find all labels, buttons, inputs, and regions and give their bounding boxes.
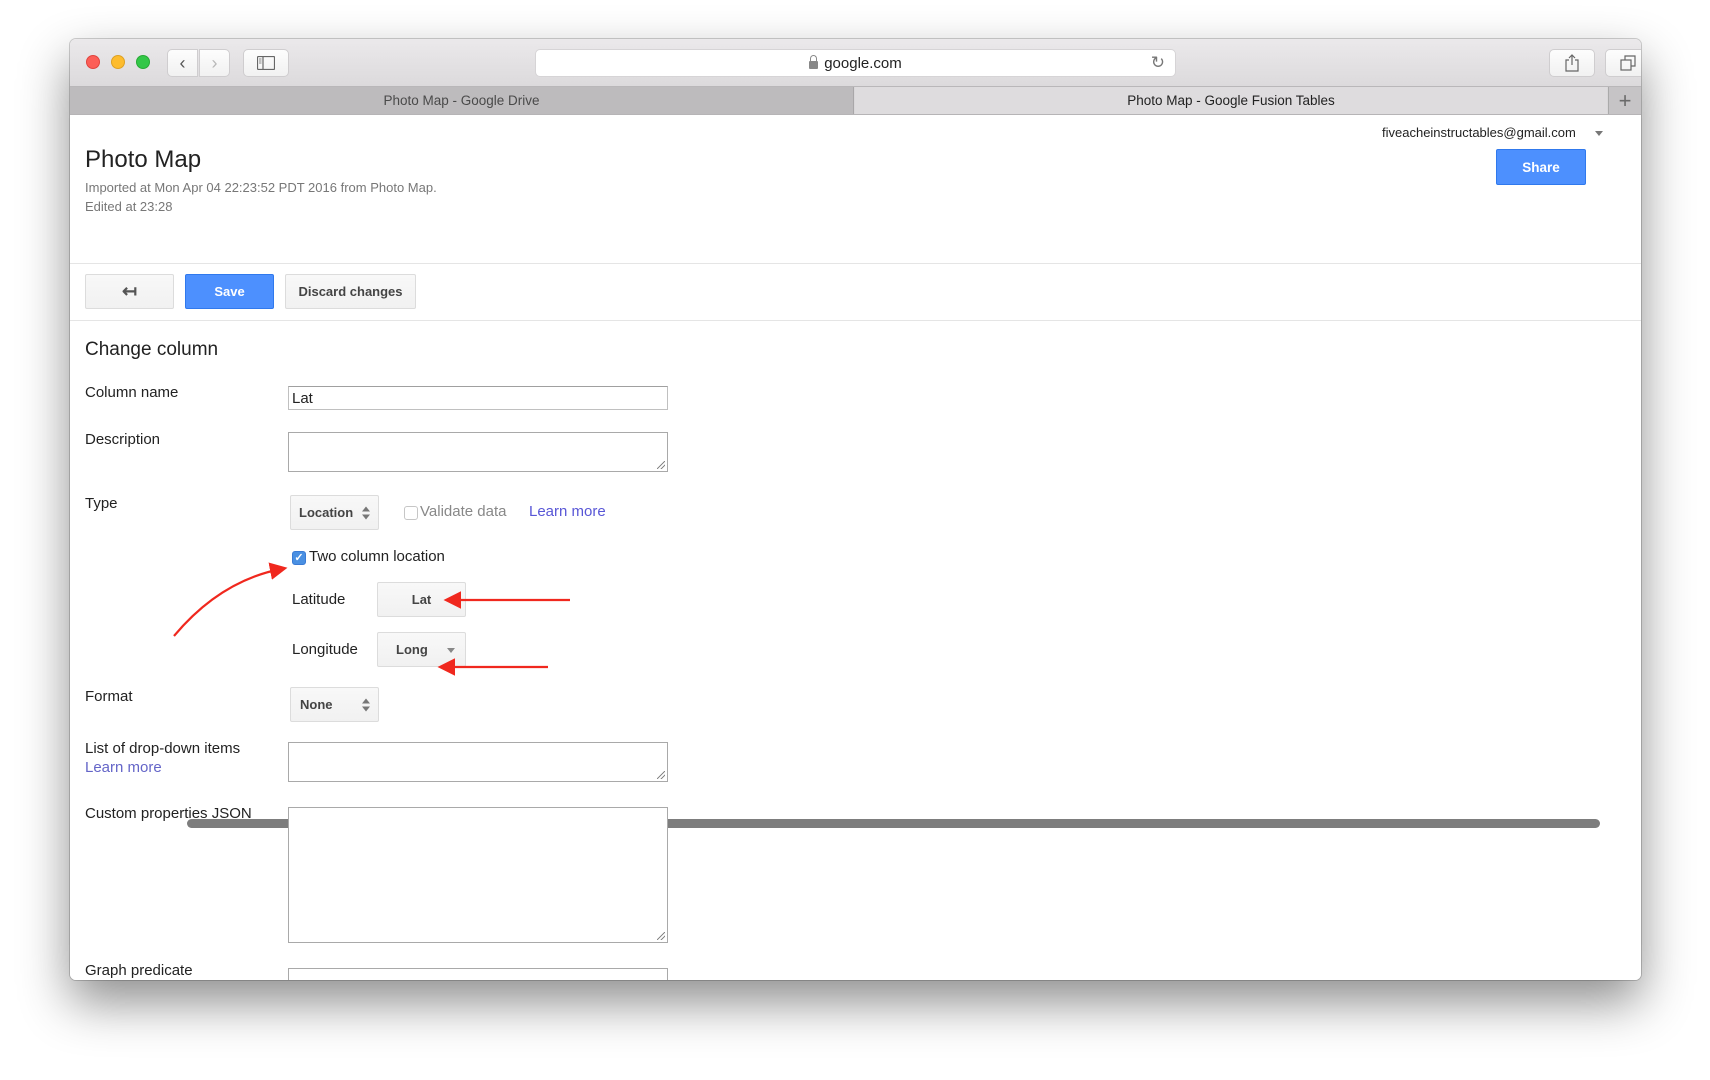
caret-down-icon: [447, 647, 455, 653]
browser-window: ‹ › google.com ↻ Photo Map - Google Driv…: [70, 39, 1641, 980]
updown-arrows-icon: [362, 506, 370, 519]
tabs-overview-icon: [1620, 55, 1636, 71]
graph-predicate-label: Graph predicate: [85, 962, 193, 979]
longitude-label: Longitude: [292, 641, 358, 658]
validate-data-checkbox[interactable]: [404, 506, 418, 520]
section-title: Change column: [85, 339, 219, 360]
type-select[interactable]: Location: [290, 495, 379, 530]
type-learn-more-link[interactable]: Learn more: [529, 503, 606, 520]
type-label: Type: [85, 495, 118, 512]
page-content: Photo Map Imported at Mon Apr 04 22:23:5…: [70, 116, 1641, 980]
updown-arrows-icon: [362, 698, 370, 711]
tab-bar: Photo Map - Google Drive Photo Map - Goo…: [70, 87, 1641, 115]
tab-google-drive[interactable]: Photo Map - Google Drive: [70, 87, 854, 114]
validate-data-label: Validate data: [420, 503, 507, 520]
resize-grip-icon[interactable]: [657, 461, 665, 469]
page-title: Photo Map: [85, 146, 202, 173]
latitude-selected: Lat: [411, 592, 432, 607]
tab-fusion-tables[interactable]: Photo Map - Google Fusion Tables: [855, 87, 1607, 114]
latitude-select[interactable]: Lat: [377, 582, 466, 617]
dropdown-items-textarea[interactable]: [288, 742, 668, 782]
address-bar[interactable]: google.com ↻: [535, 49, 1176, 77]
description-label: Description: [85, 431, 161, 448]
reload-icon[interactable]: ↻: [1151, 53, 1165, 73]
tab-label: Photo Map - Google Drive: [383, 93, 540, 108]
save-button[interactable]: Save: [185, 274, 274, 309]
resize-grip-icon[interactable]: [657, 771, 665, 779]
format-selected: None: [300, 697, 333, 712]
type-selected: Location: [299, 505, 354, 520]
curved-arrow-to-checkbox: [173, 562, 288, 637]
back-button[interactable]: ↤: [85, 274, 174, 309]
toolbar-divider: [70, 320, 1641, 321]
edited-info: Edited at 23:28: [85, 199, 173, 214]
sidebar-icon: [257, 56, 275, 70]
latitude-label: Latitude: [292, 591, 346, 608]
chevron-right-icon: ›: [211, 52, 218, 73]
account-menu[interactable]: fiveacheinstructables@gmail.com: [1382, 125, 1576, 140]
two-column-location-checkbox[interactable]: ✓: [292, 551, 306, 565]
two-column-location-label: Two column location: [309, 548, 445, 565]
caret-down-icon[interactable]: [1595, 131, 1603, 136]
tab-label: Photo Map - Google Fusion Tables: [1127, 93, 1335, 108]
import-info: Imported at Mon Apr 04 22:23:52 PDT 2016…: [85, 180, 437, 195]
lock-icon: [809, 55, 819, 69]
close-window-button[interactable]: [86, 55, 100, 69]
column-name-label: Column name: [85, 384, 179, 401]
address-text: google.com: [824, 54, 902, 72]
description-textarea[interactable]: [288, 432, 668, 472]
minimize-window-button[interactable]: [111, 55, 125, 69]
resize-grip-icon[interactable]: [657, 932, 665, 940]
maximize-window-button[interactable]: [136, 55, 150, 69]
new-tab-button[interactable]: +: [1608, 87, 1641, 114]
header-divider: [70, 263, 1641, 264]
format-select[interactable]: None: [290, 687, 379, 722]
format-label: Format: [85, 688, 133, 705]
chevron-left-icon: ‹: [179, 52, 186, 73]
browser-forward-button[interactable]: ›: [199, 49, 230, 77]
plus-icon: +: [1618, 87, 1632, 113]
sidebar-toggle-button[interactable]: [243, 49, 289, 77]
longitude-selected: Long: [396, 642, 428, 657]
check-icon: ✓: [294, 552, 304, 564]
longitude-select[interactable]: Long: [377, 632, 466, 667]
share-button[interactable]: Share: [1496, 149, 1586, 185]
column-name-input[interactable]: [288, 386, 668, 410]
browser-back-button[interactable]: ‹: [167, 49, 198, 77]
share-icon: [1565, 54, 1579, 72]
browser-toolbar: ‹ › google.com ↻: [70, 39, 1641, 87]
graph-predicate-textarea[interactable]: [288, 968, 668, 980]
dropdown-items-label: List of drop-down items: [85, 740, 241, 757]
discard-changes-button[interactable]: Discard changes: [285, 274, 416, 309]
browser-share-button[interactable]: [1549, 49, 1595, 77]
custom-json-label: Custom properties JSON: [85, 805, 252, 822]
dropdown-items-learn-more-link[interactable]: Learn more: [85, 759, 162, 776]
back-arrow-icon: ↤: [121, 281, 138, 301]
show-tabs-button[interactable]: [1605, 49, 1641, 77]
custom-json-textarea[interactable]: [288, 807, 668, 943]
